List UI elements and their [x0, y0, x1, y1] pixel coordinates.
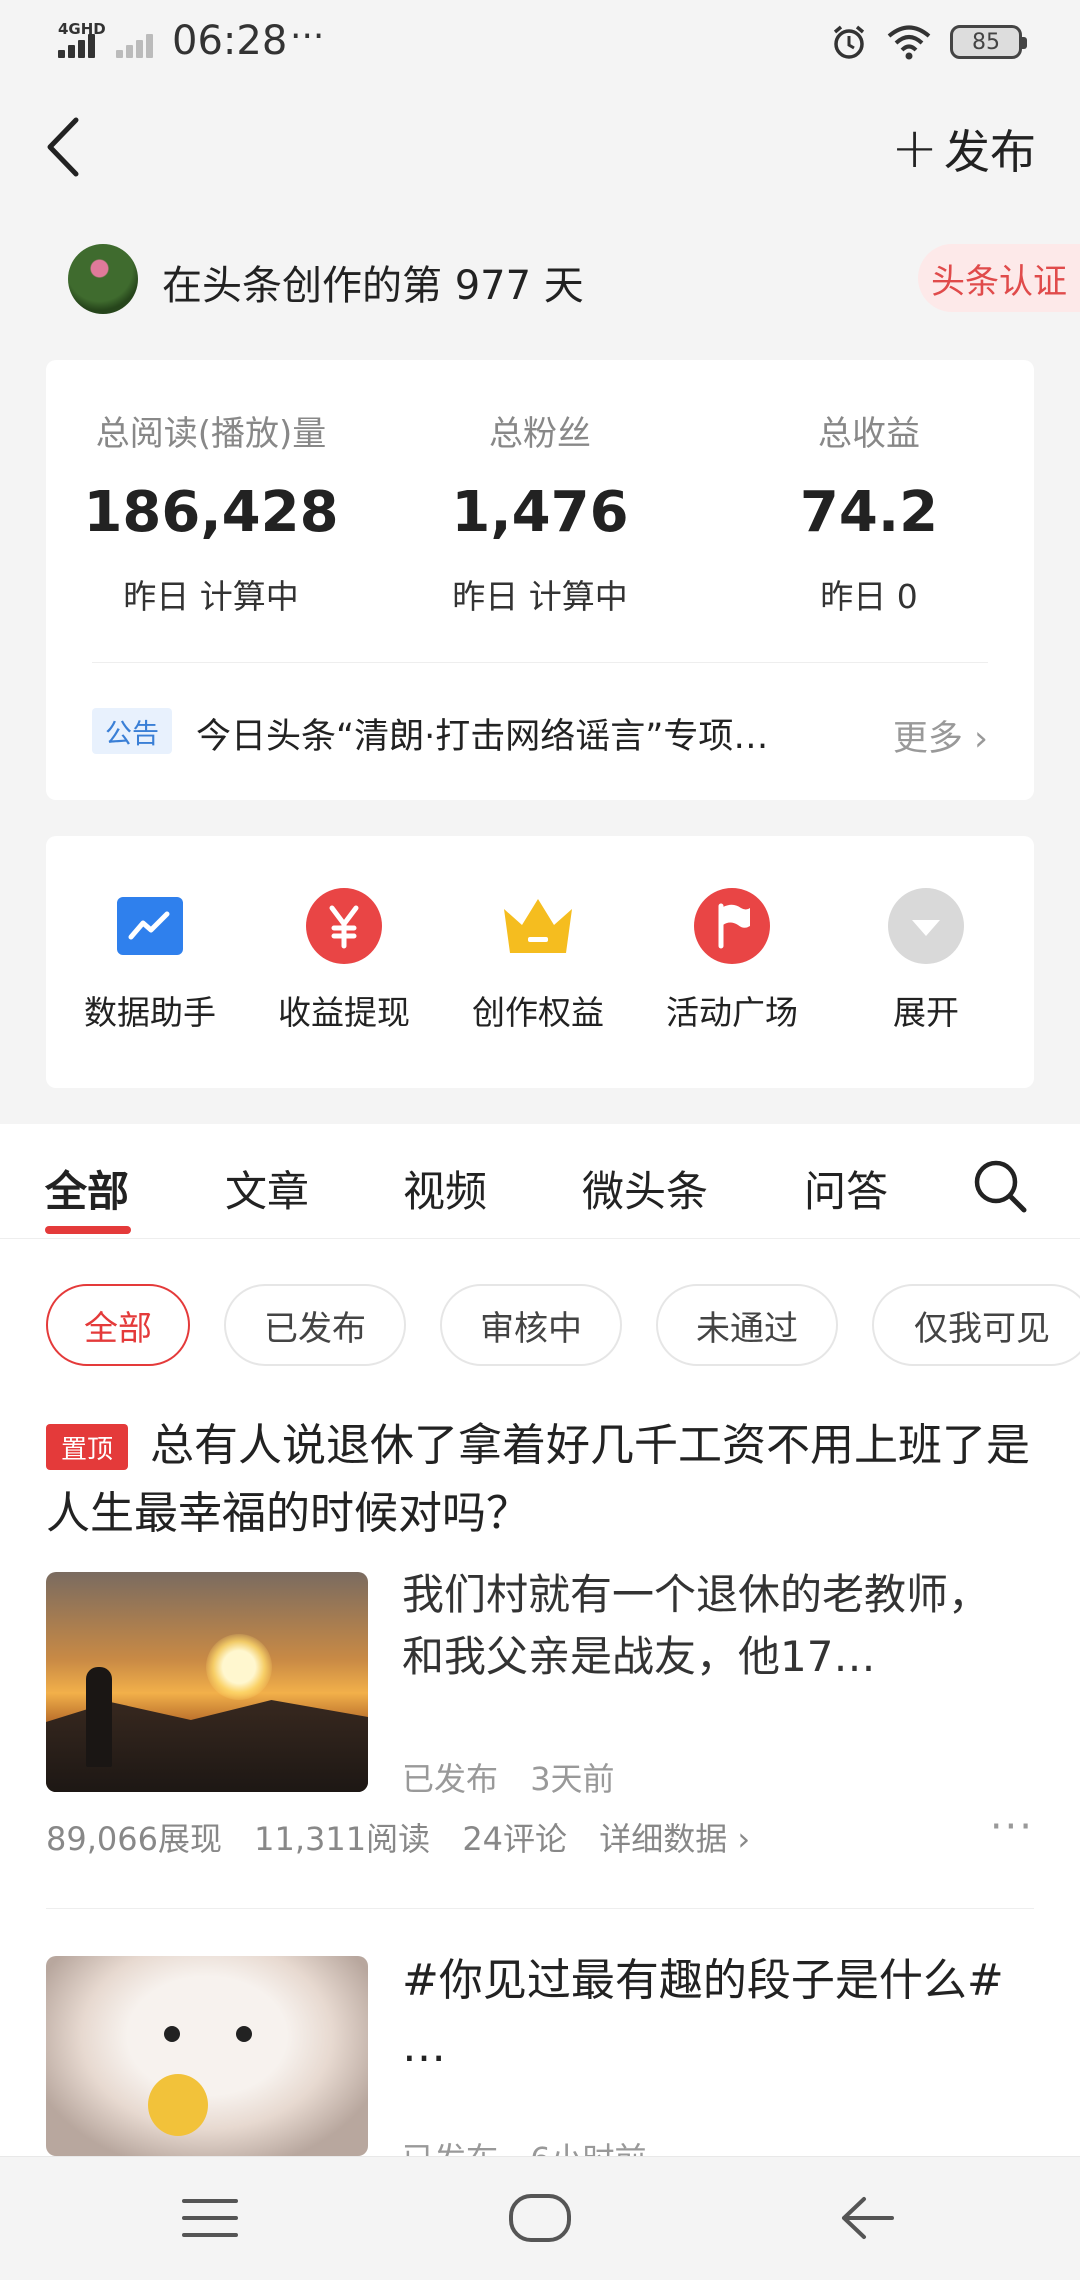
tool-income-withdraw[interactable]: 收益提现 — [264, 888, 424, 1034]
article-title[interactable]: #你见过最有趣的段子是什么# … — [402, 1948, 1032, 2080]
tab-videos[interactable]: 视频 — [403, 1158, 487, 1219]
alarm-icon — [833, 25, 865, 59]
battery-icon: 85 — [950, 25, 1027, 59]
yuan-icon — [306, 888, 382, 964]
comments-count: 24评论 — [462, 1820, 568, 1858]
publish-time: 3天前 — [530, 1760, 615, 1798]
corn — [148, 2074, 208, 2136]
stat-label: 总阅读(播放)量 — [95, 414, 327, 454]
expand-icon — [888, 888, 964, 964]
tools-card: 数据助手 收益提现 创作权益 活动广场 展开 — [46, 836, 1034, 1088]
flag-icon — [694, 888, 770, 964]
status-label: 已发布 — [402, 1760, 499, 1798]
tool-label: 数据助手 — [84, 993, 216, 1032]
chart-icon — [112, 888, 188, 964]
stat-label: 总粉丝 — [489, 414, 591, 454]
search-icon — [974, 1160, 1027, 1213]
notice-tag: 公告 — [92, 708, 172, 754]
tool-label: 展开 — [893, 993, 959, 1032]
more-options-button[interactable]: ··· — [990, 1804, 1034, 1850]
home-icon[interactable] — [508, 2193, 572, 2243]
stat-value: 1,476 — [451, 480, 629, 545]
tab-articles[interactable]: 文章 — [225, 1158, 309, 1219]
publish-label: 发布 — [944, 125, 1036, 179]
filter-all[interactable]: 全部 — [46, 1284, 190, 1366]
eye — [164, 2026, 180, 2042]
tool-expand[interactable]: 展开 — [846, 888, 1006, 1034]
stat-sub: 昨日 计算中 — [123, 577, 299, 616]
article-thumbnail[interactable] — [46, 1572, 368, 1792]
stat-value: 186,428 — [83, 480, 339, 545]
divider — [46, 1908, 1034, 1909]
publish-button[interactable]: + 发布 — [891, 116, 1036, 182]
avatar[interactable] — [68, 244, 138, 314]
search-button[interactable] — [972, 1158, 1028, 1214]
tool-label: 活动广场 — [666, 993, 798, 1032]
article-excerpt[interactable]: 我们村就有一个退休的老教师，和我父亲是战友，他17… — [402, 1564, 1022, 1688]
filter-private[interactable]: 仅我可见 — [872, 1284, 1080, 1366]
notice-text[interactable]: 今日头条“清朗·打击网络谣言”专项… — [196, 708, 906, 759]
plus-icon: + — [891, 116, 938, 181]
eye — [236, 2026, 252, 2042]
filter-reviewing[interactable]: 审核中 — [440, 1284, 622, 1366]
signal-icon — [58, 34, 168, 58]
tab-micro-toutiao[interactable]: 微头条 — [582, 1158, 708, 1219]
tab-qa[interactable]: 问答 — [804, 1158, 888, 1219]
pinned-badge: 置顶 — [46, 1424, 128, 1470]
tool-label: 创作权益 — [472, 993, 604, 1032]
reads-count: 11,311阅读 — [254, 1820, 431, 1858]
stats-card: 总阅读(播放)量 186,428 昨日 计算中 总粉丝 1,476 昨日 计算中… — [46, 360, 1034, 800]
tab-all[interactable]: 全部 — [45, 1158, 129, 1219]
person-silhouette — [86, 1667, 112, 1767]
menu-icon[interactable] — [182, 2197, 238, 2239]
notice-more-link[interactable]: 更多 › — [893, 710, 988, 761]
back-button[interactable] — [40, 112, 90, 182]
stat-sub: 昨日 计算中 — [452, 577, 628, 616]
certification-button[interactable]: 头条认证 — [918, 244, 1080, 312]
status-icons: 85 — [830, 20, 1027, 64]
crown-icon — [500, 888, 576, 964]
tool-activity-square[interactable]: 活动广场 — [652, 888, 812, 1034]
article-metrics: 89,066展现 11,311阅读 24评论 详细数据 › — [46, 1814, 772, 1860]
views-count: 89,066展现 — [46, 1820, 222, 1858]
back-icon — [47, 117, 79, 177]
stat-label: 总收益 — [818, 414, 920, 454]
filter-published[interactable]: 已发布 — [224, 1284, 406, 1366]
filter-rejected[interactable]: 未通过 — [656, 1284, 838, 1366]
tool-data-assistant[interactable]: 数据助手 — [70, 888, 230, 1034]
divider — [0, 1238, 1080, 1239]
article-title[interactable]: 总有人说退休了拿着好几千工资不用上班了是人生最幸福的时候对吗？ — [46, 1412, 1036, 1548]
tab-active-indicator — [45, 1226, 131, 1234]
creation-days: 在头条创作的第 977 天 — [162, 263, 584, 309]
tool-creator-rights[interactable]: 创作权益 — [458, 888, 618, 1034]
wifi-icon — [887, 25, 931, 60]
system-nav-bar — [0, 2156, 1080, 2280]
more-notifications: ··· — [290, 16, 325, 57]
content-panel: 全部 文章 视频 微头条 问答 全部 已发布 审核中 未通过 仅我可见 总有人说… — [0, 1124, 1080, 2178]
status-bar: 4GHD 06:28 ··· 85 — [0, 0, 1080, 84]
details-link[interactable]: 详细数据 › — [599, 1820, 750, 1858]
clock: 06:28 — [172, 18, 288, 64]
stat-value: 74.2 — [799, 480, 939, 545]
divider — [92, 662, 988, 663]
stat-sub: 昨日 0 — [820, 577, 918, 616]
article-thumbnail[interactable] — [46, 1956, 368, 2156]
tool-label: 收益提现 — [278, 993, 410, 1032]
article-status: 已发布 3天前 — [402, 1754, 615, 1800]
sun — [206, 1634, 272, 1700]
back-nav-icon[interactable] — [840, 2195, 896, 2241]
